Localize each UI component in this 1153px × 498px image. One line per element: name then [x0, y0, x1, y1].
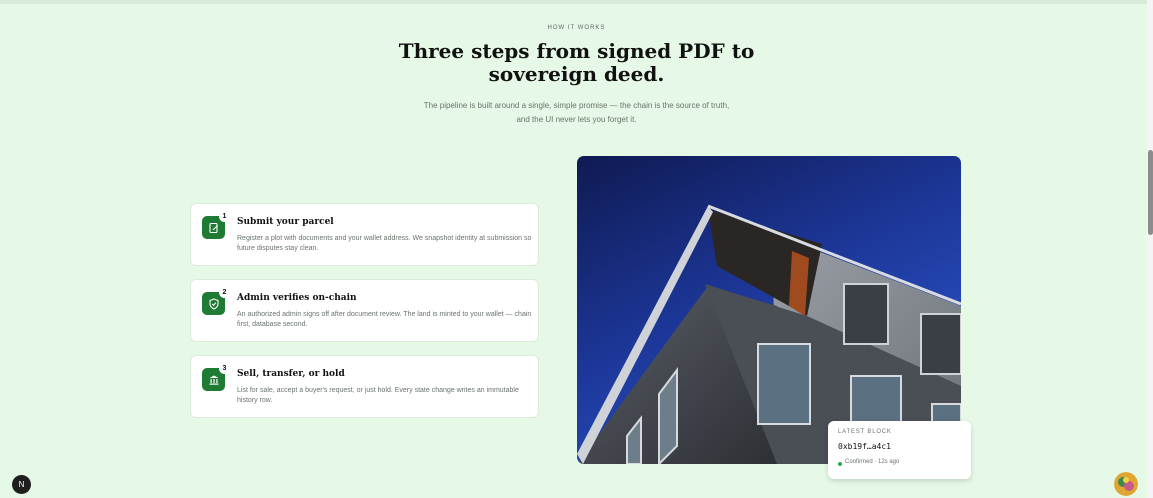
step-description: Register a plot with documents and your … — [237, 235, 532, 252]
step-card-sell: 3 Sell, transfer, or hold List for sale,… — [190, 355, 539, 418]
step-description: An authorized admin signs off after docu… — [237, 311, 532, 328]
next-dev-badge-button[interactable]: N — [12, 475, 31, 494]
step-title: Submit your parcel — [237, 217, 334, 227]
section-eyebrow: HOW IT WORKS — [547, 25, 606, 31]
status-dot-icon — [838, 462, 842, 466]
section-subtitle: The pipeline is built around a single, s… — [0, 99, 1153, 127]
latest-block-card: LATEST BLOCK 0xb19f…a4c1 Confirmed · 12s… — [828, 421, 971, 479]
subtitle-line-2: and the UI never lets you forget it. — [516, 115, 637, 124]
step-card-verify: 2 Admin verifies on-chain An authorized … — [190, 279, 539, 342]
headline-line-1: Three steps from signed PDF to — [398, 39, 755, 63]
scrollbar[interactable] — [1147, 0, 1153, 498]
section-headline: Three steps from signed PDF to sovereign… — [0, 40, 1153, 86]
scrollbar-thumb[interactable] — [1148, 150, 1153, 235]
block-hash: 0xb19f…a4c1 — [838, 442, 891, 451]
headline-line-2: sovereign deed. — [488, 62, 665, 86]
top-divider — [0, 0, 1148, 4]
step-number: 1 — [219, 211, 230, 222]
step-title: Sell, transfer, or hold — [237, 369, 345, 379]
building-photo — [577, 156, 961, 464]
step-number: 2 — [219, 287, 230, 298]
subtitle-line-1: The pipeline is built around a single, s… — [423, 101, 730, 110]
step-title: Admin verifies on-chain — [237, 293, 357, 303]
step-description: List for sale, accept a buyer's request,… — [237, 387, 519, 404]
step-number: 3 — [219, 363, 230, 374]
latest-block-label: LATEST BLOCK — [838, 429, 892, 435]
step-card-submit: 1 Submit your parcel Register a plot wit… — [190, 203, 539, 266]
block-status: Confirmed · 12s ago — [845, 459, 900, 465]
user-avatar[interactable] — [1114, 472, 1138, 496]
